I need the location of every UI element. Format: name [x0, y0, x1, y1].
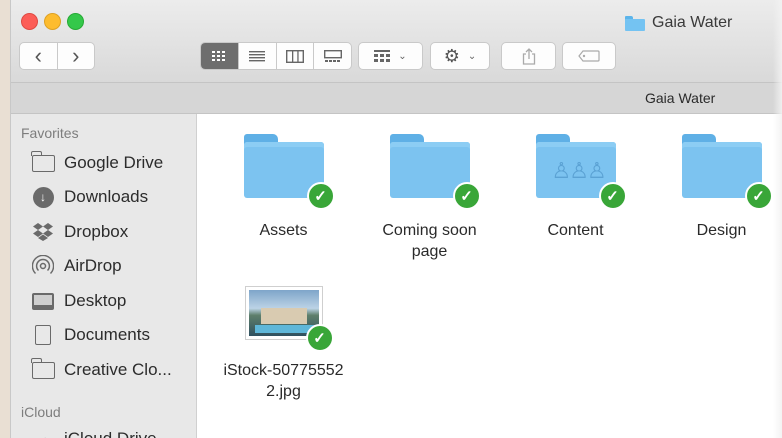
folder-icon	[625, 15, 645, 31]
sidebar-item-label: Creative Clo...	[64, 360, 172, 379]
sidebar-item-google-drive[interactable]: Google Drive	[30, 148, 164, 178]
sync-check-icon: ✓	[306, 182, 335, 210]
gear-icon: ⚙	[443, 45, 460, 66]
documents-icon	[31, 324, 55, 346]
file-item-assets[interactable]: ✓ Assets	[216, 134, 351, 241]
folder-icon: ✓	[681, 134, 773, 210]
navigation-buttons: ‹ ›	[19, 42, 95, 70]
sidebar-item-airdrop[interactable]: AirDrop	[31, 251, 122, 281]
column-view-icon	[285, 49, 304, 63]
icon-view-button[interactable]	[201, 43, 238, 69]
icon-view-icon	[212, 51, 226, 61]
folder-icon	[30, 150, 55, 174]
sync-check-icon: ✓	[744, 182, 773, 210]
file-name: Content	[547, 222, 604, 239]
chevron-down-icon: ⌄	[398, 50, 407, 62]
tags-button[interactable]	[562, 42, 616, 70]
file-name: Design	[696, 222, 747, 239]
sidebar-item-label: Dropbox	[64, 222, 129, 241]
close-window-button[interactable]	[21, 13, 38, 30]
airdrop-icon	[31, 255, 55, 277]
sidebar-item-dropbox[interactable]: Dropbox	[31, 217, 128, 247]
sidebar-item-label: iCloud Drive	[64, 429, 157, 438]
file-item-coming-soon-page[interactable]: ✓ Coming soon page	[362, 134, 497, 262]
file-item-content[interactable]: ♙♙♙ ✓ Content	[508, 134, 643, 241]
sync-check-icon: ✓	[598, 182, 627, 210]
list-view-icon	[249, 51, 266, 62]
file-name: Assets	[259, 222, 308, 239]
cloud-icon: ☁	[31, 428, 55, 438]
forward-button[interactable]: ›	[56, 43, 95, 69]
image-thumbnail: ✓	[244, 286, 334, 352]
sidebar-section-favorites: Favorites	[21, 125, 79, 141]
view-mode-control	[200, 42, 352, 70]
sidebar-item-label: Downloads	[64, 187, 149, 206]
sidebar-section-icloud: iCloud	[21, 404, 61, 420]
sidebar-item-label: Desktop	[64, 291, 127, 310]
file-item-design[interactable]: ✓ Design	[654, 134, 782, 241]
gallery-view-button[interactable]	[313, 43, 351, 69]
desktop-icon	[31, 290, 55, 312]
window-edge-shadow	[773, 0, 782, 438]
sidebar-item-downloads[interactable]: ↓ Downloads	[31, 182, 148, 212]
sidebar-item-desktop[interactable]: Desktop	[31, 286, 126, 316]
minimize-window-button[interactable]	[44, 13, 61, 30]
arrange-button[interactable]: ⌄	[358, 42, 423, 70]
sidebar-item-label: AirDrop	[64, 256, 122, 275]
shared-folder-icon: ♙♙♙ ✓	[535, 134, 627, 210]
path-current[interactable]: Gaia Water	[645, 90, 715, 106]
gallery-view-icon	[323, 49, 342, 62]
folder-icon: ✓	[243, 134, 335, 210]
file-grid: ✓ Assets ✓ Coming soon page ♙♙♙ ✓ Conten…	[197, 114, 782, 438]
column-view-button[interactable]	[275, 43, 314, 69]
file-name: iStock-507755522.jpg	[223, 362, 344, 400]
sidebar-item-creative-cloud[interactable]: Creative Clo...	[30, 355, 172, 385]
toolbar: Gaia Water ‹ › ⌄ ⚙ ⌄	[11, 0, 782, 83]
sidebar-item-documents[interactable]: Documents	[31, 320, 150, 350]
folder-icon: ✓	[389, 134, 481, 210]
share-button[interactable]	[501, 42, 556, 70]
zoom-window-button[interactable]	[67, 13, 84, 30]
sync-check-icon: ✓	[452, 182, 481, 210]
sync-check-icon: ✓	[305, 324, 334, 352]
window-title-label: Gaia Water	[652, 14, 733, 31]
folder-icon	[30, 357, 55, 381]
sidebar-item-label: Documents	[64, 325, 150, 344]
tag-icon	[578, 50, 600, 62]
path-bar: Gaia Water	[11, 83, 782, 114]
sidebar-item-label: Google Drive	[64, 153, 164, 172]
share-icon	[522, 47, 535, 65]
action-button[interactable]: ⚙ ⌄	[430, 42, 490, 70]
finder-window: Gaia Water ‹ › ⌄ ⚙ ⌄ Gaia Water Favorite…	[10, 0, 782, 438]
file-name: Coming soon page	[382, 222, 477, 260]
back-button[interactable]: ‹	[20, 43, 57, 69]
sidebar: Favorites Google Drive ↓ Downloads Dropb…	[11, 114, 197, 438]
window-title: Gaia Water	[625, 12, 732, 34]
download-icon: ↓	[31, 186, 55, 208]
sidebar-item-icloud-drive[interactable]: ☁ iCloud Drive	[31, 424, 157, 438]
list-view-button[interactable]	[237, 43, 276, 69]
chevron-down-icon: ⌄	[467, 50, 477, 62]
dropbox-icon	[31, 221, 55, 243]
file-item-istock-image[interactable]: ✓ iStock-507755522.jpg	[216, 286, 351, 402]
people-icon: ♙♙♙	[551, 158, 607, 183]
group-icon	[374, 49, 391, 62]
